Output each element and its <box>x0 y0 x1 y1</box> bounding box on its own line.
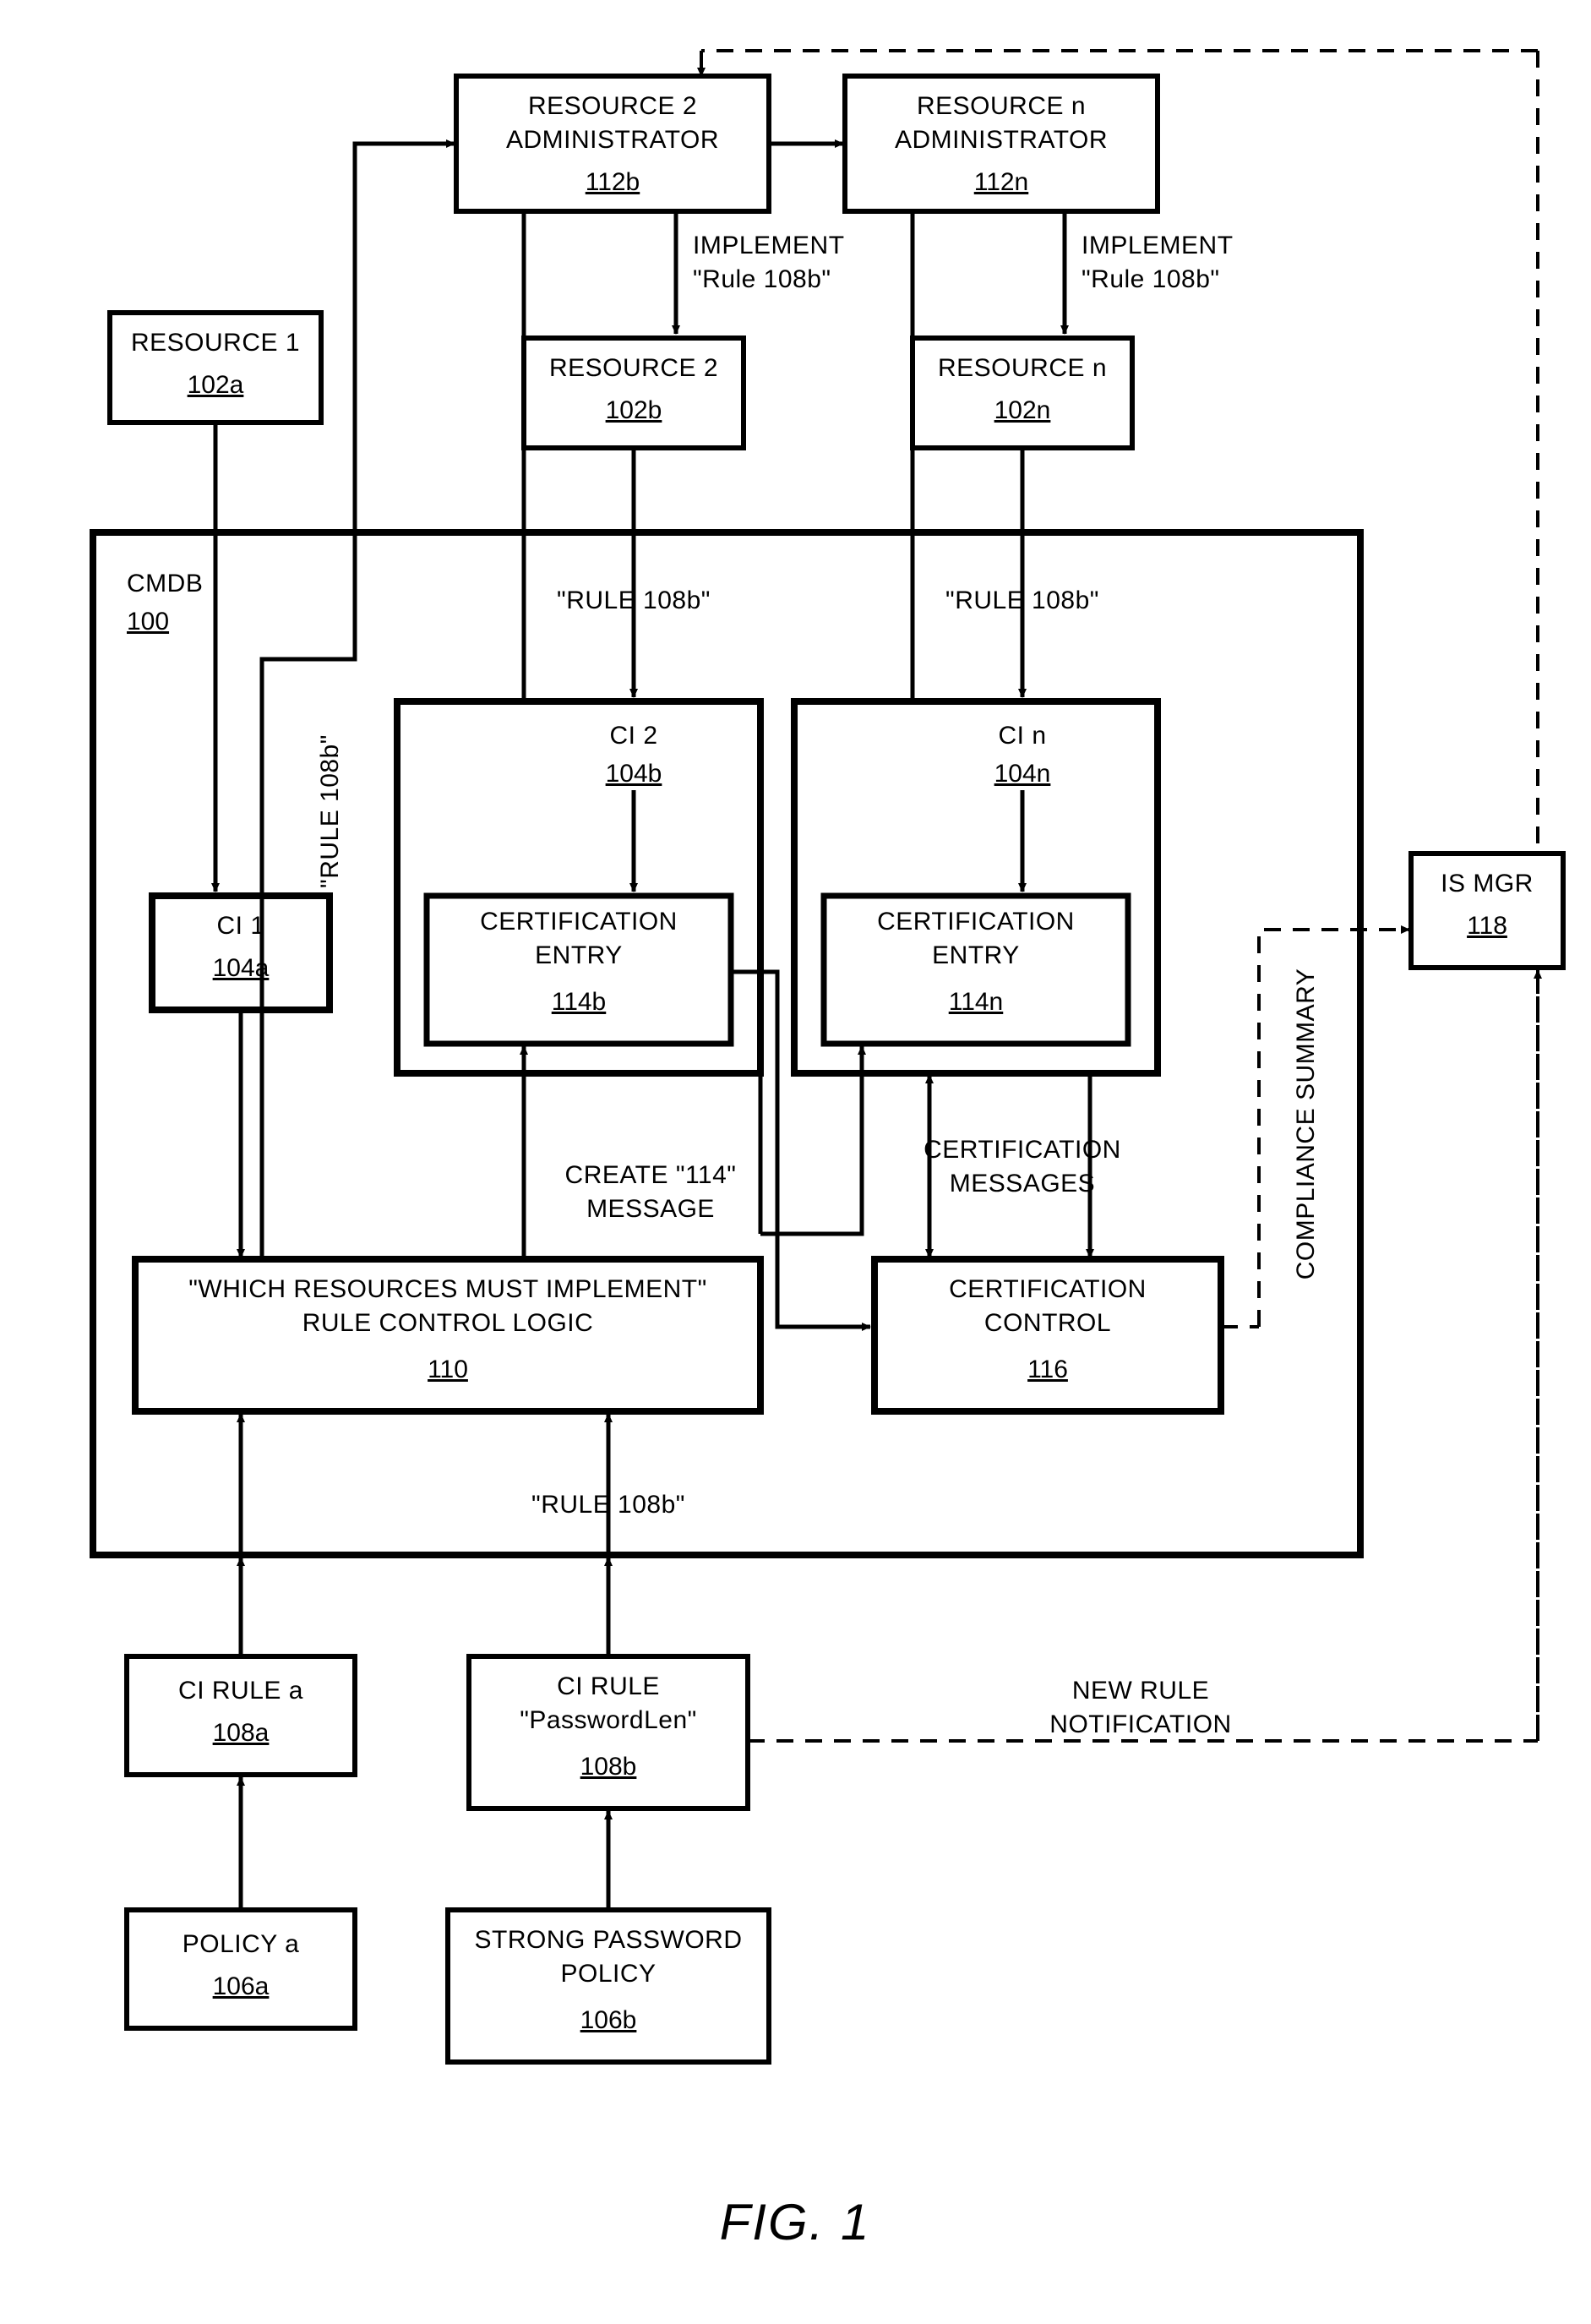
svg-text:POLICY a: POLICY a <box>183 1930 300 1958</box>
cmdb-ref: 100 <box>127 608 169 636</box>
cert-entry-b-box: CERTIFICATION ENTRY 114b <box>427 896 731 1044</box>
svg-text:RESOURCE n: RESOURCE n <box>938 354 1107 382</box>
svg-text:108a: 108a <box>213 1719 270 1747</box>
ismgr-box: IS MGR 118 <box>1411 854 1563 968</box>
new-rule-label: NEW RULE NOTIFICATION <box>1049 1677 1231 1738</box>
resource2-admin-l2: ADMINISTRATOR <box>506 126 719 154</box>
resource2-box: RESOURCE 2 102b <box>524 338 744 448</box>
svg-text:MESSAGES: MESSAGES <box>950 1170 1095 1197</box>
svg-text:MESSAGE: MESSAGE <box>586 1195 715 1223</box>
implement-n-label: IMPLEMENT "Rule 108b" <box>1082 232 1234 293</box>
svg-text:108b: 108b <box>580 1753 637 1781</box>
svg-text:IMPLEMENT: IMPLEMENT <box>693 232 845 259</box>
svg-text:102n: 102n <box>994 396 1051 424</box>
policy-a-box: POLICY a 106a <box>127 1910 355 2028</box>
svg-text:POLICY: POLICY <box>560 1960 656 1988</box>
svg-text:CI n: CI n <box>998 722 1046 750</box>
svg-text:CONTROL: CONTROL <box>984 1309 1111 1337</box>
svg-text:RULE CONTROL LOGIC: RULE CONTROL LOGIC <box>302 1309 594 1337</box>
svg-text:"Rule 108b": "Rule 108b" <box>1082 265 1220 293</box>
svg-text:106b: 106b <box>580 2006 637 2034</box>
compliance-dashed-path <box>1259 930 1409 1327</box>
svg-text:ENTRY: ENTRY <box>932 941 1020 969</box>
resource2-admin-box: RESOURCE 2 ADMINISTRATOR 112b <box>456 76 769 211</box>
svg-text:102b: 102b <box>606 396 662 424</box>
cmdb-label: CMDB <box>127 570 203 597</box>
diagram-canvas: RESOURCE 2 ADMINISTRATOR 112b RESOURCE n… <box>0 0 1591 2324</box>
create114-label: CREATE "114" MESSAGE <box>565 1161 737 1223</box>
resource2-admin-ref: 112b <box>586 168 640 196</box>
svg-text:104b: 104b <box>606 760 662 788</box>
svg-text:"WHICH RESOURCES MUST IMPLEMEN: "WHICH RESOURCES MUST IMPLEMENT" <box>188 1275 706 1303</box>
svg-text:"Rule 108b": "Rule 108b" <box>693 265 831 293</box>
policy-b-box: STRONG PASSWORD POLICY 106b <box>448 1910 769 2062</box>
svg-text:"PasswordLen": "PasswordLen" <box>520 1706 697 1734</box>
implement-b-label: IMPLEMENT "Rule 108b" <box>693 232 845 293</box>
svg-text:CERTIFICATION: CERTIFICATION <box>480 908 678 936</box>
resource-n-admin-box: RESOURCE n ADMINISTRATOR 112n <box>845 76 1158 211</box>
cert-control-box: CERTIFICATION CONTROL 116 <box>875 1259 1221 1411</box>
svg-text:CI 1: CI 1 <box>216 912 264 940</box>
svg-text:IS MGR: IS MGR <box>1441 870 1534 897</box>
figure-label: FIG. 1 <box>720 2194 871 2250</box>
svg-text:106a: 106a <box>213 1972 270 2000</box>
svg-text:114n: 114n <box>949 988 1004 1016</box>
svg-text:118: 118 <box>1467 912 1507 940</box>
resource-n-admin-l2: ADMINISTRATOR <box>895 126 1108 154</box>
rule108b-n-label: "RULE 108b" <box>945 586 1099 614</box>
svg-text:102a: 102a <box>188 371 244 399</box>
svg-text:CREATE "114": CREATE "114" <box>565 1161 737 1189</box>
rule-control-logic-box: "WHICH RESOURCES MUST IMPLEMENT" RULE CO… <box>135 1259 760 1411</box>
svg-text:CI RULE a: CI RULE a <box>178 1677 303 1705</box>
resource-n-admin-l1: RESOURCE n <box>917 92 1086 120</box>
svg-text:CI 2: CI 2 <box>609 722 657 750</box>
rule108b-vertical: "RULE 108b" <box>316 734 344 888</box>
svg-text:RESOURCE 2: RESOURCE 2 <box>549 354 718 382</box>
resource-n-box: RESOURCE n 102n <box>913 338 1132 448</box>
compliance-summary-label: COMPLIANCE SUMMARY <box>1292 968 1320 1280</box>
ci-rule-a-box: CI RULE a 108a <box>127 1656 355 1775</box>
ci-rule-b-box: CI RULE "PasswordLen" 108b <box>469 1656 748 1808</box>
svg-text:RESOURCE 1: RESOURCE 1 <box>131 329 300 357</box>
svg-text:NOTIFICATION: NOTIFICATION <box>1049 1710 1231 1738</box>
ci1-box: CI 1 104a <box>152 896 330 1010</box>
cert-entry-n-box: CERTIFICATION ENTRY 114n <box>824 896 1128 1044</box>
resource1-box: RESOURCE 1 102a <box>110 313 321 423</box>
svg-text:CERTIFICATION: CERTIFICATION <box>949 1275 1147 1303</box>
resource-n-admin-ref: 112n <box>974 168 1029 196</box>
svg-text:104n: 104n <box>994 760 1051 788</box>
svg-text:CI RULE: CI RULE <box>557 1672 660 1700</box>
svg-text:STRONG PASSWORD: STRONG PASSWORD <box>475 1926 743 1954</box>
svg-text:110: 110 <box>428 1356 468 1383</box>
rule108b-2-label: "RULE 108b" <box>557 586 711 614</box>
svg-text:CERTIFICATION: CERTIFICATION <box>877 908 1075 936</box>
resource2-admin-l1: RESOURCE 2 <box>528 92 697 120</box>
svg-text:116: 116 <box>1027 1356 1068 1383</box>
svg-text:NEW RULE: NEW RULE <box>1072 1677 1209 1705</box>
svg-text:114b: 114b <box>552 988 607 1016</box>
svg-text:ENTRY: ENTRY <box>535 941 623 969</box>
svg-text:IMPLEMENT: IMPLEMENT <box>1082 232 1234 259</box>
